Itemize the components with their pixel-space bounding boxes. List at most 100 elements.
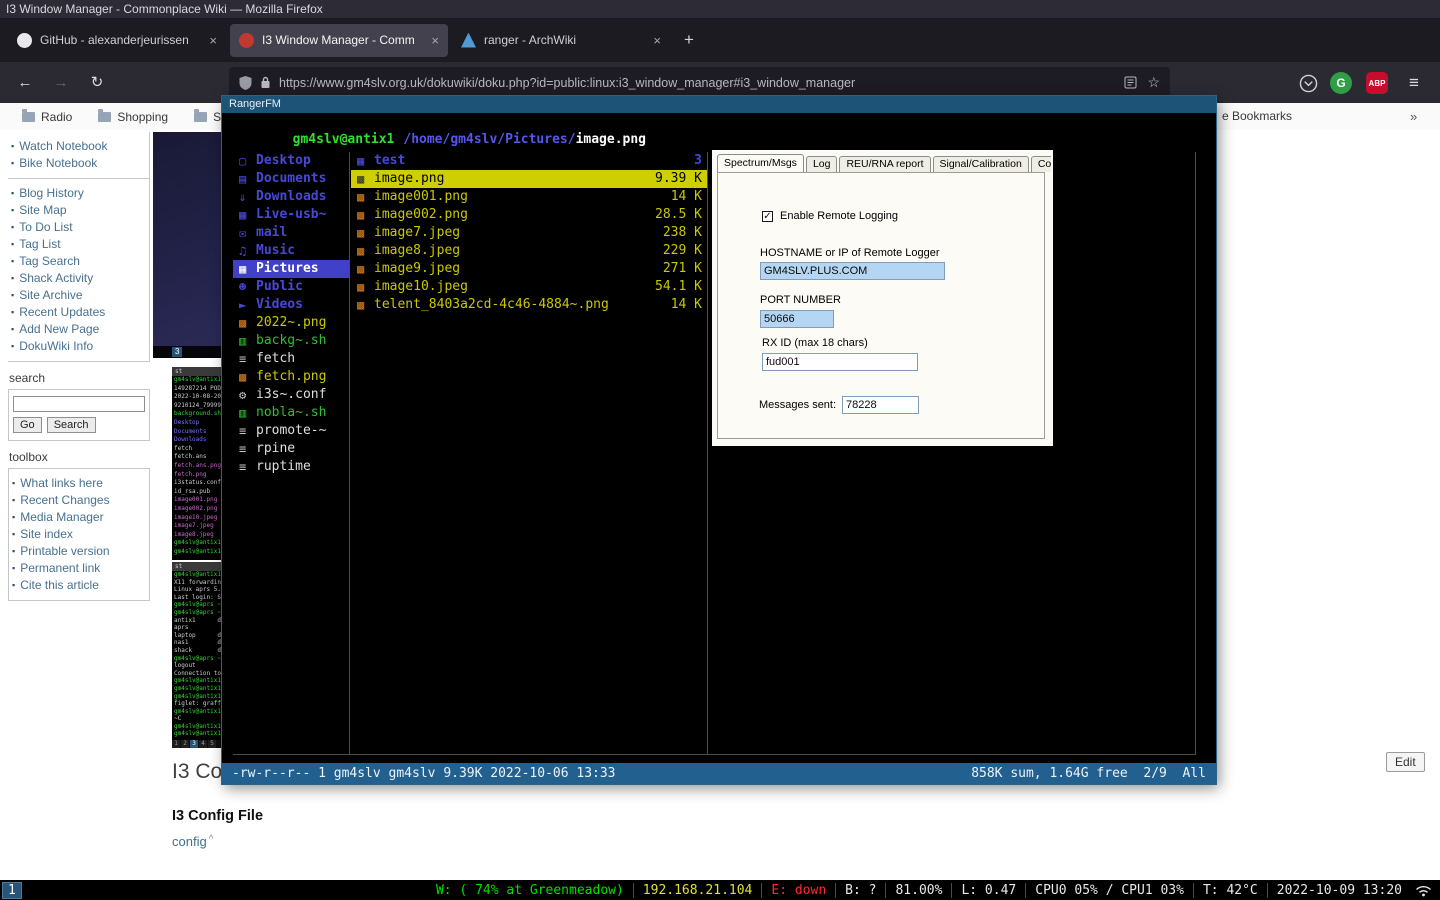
hostname-label: HOSTNAME or IP of Remote Logger bbox=[760, 247, 940, 259]
sidebar-link[interactable]: Tag List bbox=[19, 237, 60, 251]
file-row[interactable]: ▩image001.png14 K bbox=[351, 188, 707, 206]
ranger-titlebar[interactable]: RangerFM bbox=[222, 96, 1216, 113]
search-button[interactable]: Search bbox=[47, 417, 96, 433]
browser-tab[interactable]: ranger - ArchWiki× bbox=[452, 24, 670, 57]
sidebar-link[interactable]: Add New Page bbox=[19, 322, 99, 336]
file-row[interactable]: ⇓Downloads bbox=[233, 188, 349, 206]
file-row[interactable]: ▩fetch.png bbox=[233, 368, 349, 386]
file-row[interactable]: ▢Desktop bbox=[233, 152, 349, 170]
bookmark-folder[interactable]: Shopping bbox=[98, 110, 168, 124]
file-name: image.png bbox=[374, 170, 651, 188]
sidebar-link[interactable]: Cite this article bbox=[20, 578, 99, 592]
forward-button[interactable]: → bbox=[46, 62, 76, 103]
sidebar-link[interactable]: Site index bbox=[20, 527, 73, 541]
file-row[interactable]: ▦test3 bbox=[351, 152, 707, 170]
file-row[interactable]: ▥nobla~.sh bbox=[233, 404, 349, 422]
new-tab-button[interactable]: + bbox=[674, 30, 704, 50]
file-name: image7.jpeg bbox=[374, 224, 659, 242]
sidebar-link[interactable]: Recent Updates bbox=[19, 305, 105, 319]
go-button[interactable]: Go bbox=[13, 417, 42, 433]
back-button[interactable]: ← bbox=[10, 62, 40, 103]
sidebar-link[interactable]: Shack Activity bbox=[19, 271, 93, 285]
sidebar-link[interactable]: Permanent link bbox=[20, 561, 100, 575]
file-row[interactable]: ≡ruptime bbox=[233, 458, 349, 476]
bullet-icon: ▪ bbox=[11, 205, 14, 215]
sidebar-link[interactable]: Watch Notebook bbox=[19, 139, 107, 153]
file-name: i3s~.conf bbox=[256, 386, 349, 404]
pocket-icon[interactable] bbox=[1296, 71, 1320, 95]
file-row[interactable]: ▤Documents bbox=[233, 170, 349, 188]
tab-title: GitHub - alexanderjeurissen bbox=[40, 33, 201, 47]
file-name: image9.jpeg bbox=[374, 260, 659, 278]
current-directory-column: ▦test3▩image.png9.39 K▩image001.png14 K▩… bbox=[351, 152, 708, 754]
folder-icon bbox=[194, 112, 207, 122]
file-row[interactable]: ▩image9.jpeg271 K bbox=[351, 260, 707, 278]
sidebar-link[interactable]: Bike Notebook bbox=[19, 156, 97, 170]
sidebar-link[interactable]: To Do List bbox=[19, 220, 72, 234]
bullet-icon: ▪ bbox=[11, 222, 14, 232]
bookmark-star-icon[interactable]: ☆ bbox=[1147, 74, 1160, 91]
sidebar-link[interactable]: Site Map bbox=[19, 203, 66, 217]
file-row[interactable]: ▥backg~.sh bbox=[233, 332, 349, 350]
file-row[interactable]: ▩2022~.png bbox=[233, 314, 349, 332]
sidebar-link[interactable]: Tag Search bbox=[19, 254, 80, 268]
file-row[interactable]: ▩image10.jpeg54.1 K bbox=[351, 278, 707, 296]
account-avatar[interactable]: G bbox=[1330, 72, 1352, 94]
status-item: E: down bbox=[761, 883, 835, 898]
adblock-icon[interactable]: ABP bbox=[1366, 72, 1388, 94]
section-edit-button[interactable]: Edit bbox=[1386, 752, 1425, 772]
file-row[interactable]: ►Videos bbox=[233, 296, 349, 314]
sidebar-item: ▪Site index bbox=[9, 525, 149, 542]
file-row[interactable]: ☻Public bbox=[233, 278, 349, 296]
bullet-icon: ▪ bbox=[11, 341, 14, 351]
file-row[interactable]: ▩telent_8403a2cd-4c46-4884~.png14 K bbox=[351, 296, 707, 314]
file-row[interactable]: ♫Music bbox=[233, 242, 349, 260]
search-input[interactable] bbox=[13, 396, 145, 412]
sidebar-link[interactable]: Recent Changes bbox=[20, 493, 109, 507]
file-row[interactable]: ⚙i3s~.conf bbox=[233, 386, 349, 404]
browser-tab[interactable]: I3 Window Manager - Comm× bbox=[230, 24, 448, 57]
tab-close-icon[interactable]: × bbox=[431, 33, 439, 48]
image-icon: ▩ bbox=[357, 206, 374, 224]
toolbox-heading: toolbox bbox=[9, 450, 150, 464]
file-row[interactable]: ✉mail bbox=[233, 224, 349, 242]
image-icon: ▩ bbox=[239, 368, 256, 386]
bullet-icon: ▪ bbox=[11, 141, 14, 151]
file-row[interactable]: ▩image.png9.39 K bbox=[351, 170, 707, 188]
file-row[interactable]: ≡fetch bbox=[233, 350, 349, 368]
sidebar-link[interactable]: What links here bbox=[20, 476, 103, 490]
file-name: Public bbox=[256, 278, 349, 296]
browser-tab[interactable]: GitHub - alexanderjeurissen × bbox=[8, 24, 226, 57]
sidebar-link[interactable]: DokuWiki Info bbox=[19, 339, 93, 353]
config-link[interactable]: config bbox=[172, 834, 207, 849]
sidebar-link[interactable]: Media Manager bbox=[20, 510, 103, 524]
window-titlebar[interactable]: I3 Window Manager - Commonplace Wiki — M… bbox=[0, 0, 1440, 18]
url-bar[interactable]: https://www.gm4slv.org.uk/dokuwiki/doku.… bbox=[229, 67, 1170, 98]
bookmarks-overflow-label[interactable]: e Bookmarks bbox=[1222, 103, 1292, 130]
reload-button[interactable]: ↻ bbox=[82, 62, 112, 103]
workspace-button[interactable]: 1 bbox=[2, 882, 22, 899]
file-row[interactable]: ▦Pictures bbox=[233, 260, 349, 278]
url-text[interactable]: https://www.gm4slv.org.uk/dokuwiki/doku.… bbox=[279, 76, 1114, 90]
mini-workspace: 4 bbox=[199, 740, 207, 748]
sidebar-link[interactable]: Printable version bbox=[20, 544, 109, 558]
hamburger-menu-icon[interactable]: ≡ bbox=[1402, 71, 1426, 95]
file-row[interactable]: ▦Live-usb~ bbox=[233, 206, 349, 224]
bookmark-folder[interactable]: Radio bbox=[22, 110, 72, 124]
file-row[interactable]: ▩image002.png28.5 K bbox=[351, 206, 707, 224]
file-row[interactable]: ▩image8.jpeg229 K bbox=[351, 242, 707, 260]
sidebar-link[interactable]: Site Archive bbox=[19, 288, 82, 302]
tab-close-icon[interactable]: × bbox=[653, 33, 661, 48]
wiki-screenshot-image[interactable]: 3 bbox=[153, 132, 222, 358]
rxid-input: fud001 bbox=[762, 353, 918, 371]
file-name: 2022~.png bbox=[256, 314, 349, 332]
file-row[interactable]: ▩image7.jpeg238 K bbox=[351, 224, 707, 242]
bookmarks-chevron-icon[interactable]: » bbox=[1410, 103, 1417, 130]
file-name: Music bbox=[256, 242, 349, 260]
shield-icon[interactable] bbox=[239, 76, 252, 90]
tab-close-icon[interactable]: × bbox=[209, 33, 217, 48]
reader-mode-icon[interactable] bbox=[1124, 76, 1137, 89]
sidebar-link[interactable]: Blog History bbox=[19, 186, 84, 200]
file-row[interactable]: ≡promote-~ bbox=[233, 422, 349, 440]
file-row[interactable]: ≡rpine bbox=[233, 440, 349, 458]
